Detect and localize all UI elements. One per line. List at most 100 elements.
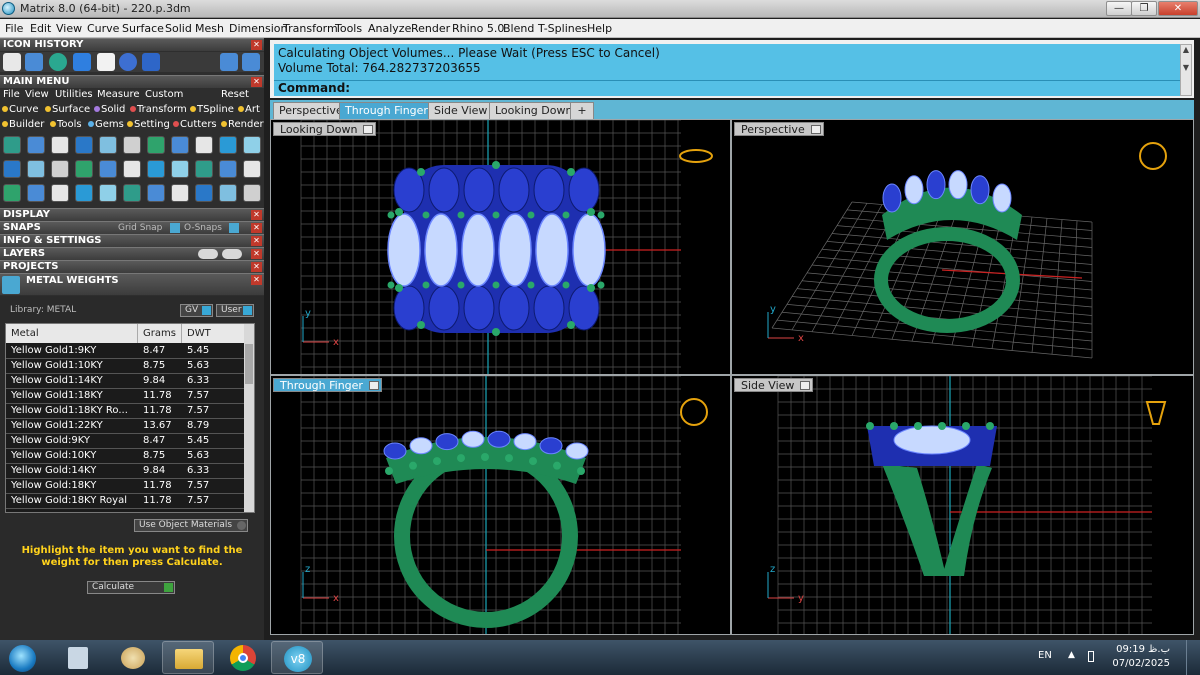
- circle-icon[interactable]: [119, 53, 137, 71]
- viewport-label-perspective[interactable]: Perspective: [734, 122, 824, 136]
- table-row[interactable]: Yellow Gold:18KY 11.78 7.57: [6, 479, 246, 494]
- arrow-left-icon[interactable]: [220, 53, 238, 71]
- menu-tsplines[interactable]: T-Splines: [538, 22, 587, 35]
- menu-blend[interactable]: Blend: [503, 22, 534, 35]
- tool-bezel-icon[interactable]: [123, 160, 141, 178]
- menu-file[interactable]: File: [5, 22, 23, 35]
- menu-surface[interactable]: Surface: [122, 22, 164, 35]
- close-icon[interactable]: ✕: [251, 262, 262, 272]
- mm-custom[interactable]: Custom: [145, 89, 183, 100]
- menu-render[interactable]: Render: [411, 22, 450, 35]
- tool-pave-icon[interactable]: [195, 160, 213, 178]
- tool-bezel-icon[interactable]: [99, 184, 117, 202]
- minimize-button[interactable]: —: [1106, 1, 1132, 16]
- close-icon[interactable]: ✕: [251, 77, 262, 87]
- tab-side-view[interactable]: Side View: [428, 102, 494, 119]
- tool-ring-icon[interactable]: [123, 184, 141, 202]
- shield-icon[interactable]: [25, 53, 43, 71]
- table-row[interactable]: Yellow Gold1:10KY 8.75 5.63: [6, 359, 246, 374]
- tool-drop-icon[interactable]: [243, 136, 261, 154]
- tool-light-icon[interactable]: [99, 136, 117, 154]
- close-icon[interactable]: ✕: [251, 249, 262, 259]
- viewport-label-through-finger[interactable]: Through Finger: [273, 378, 382, 392]
- menu-rhino[interactable]: Rhino 5.0: [452, 22, 504, 35]
- explorer-app[interactable]: [162, 641, 214, 674]
- command-scrollbar[interactable]: ▲ ▼: [1180, 44, 1192, 96]
- tool-diamond-icon[interactable]: [51, 160, 69, 178]
- tool-shape-icon[interactable]: [123, 136, 141, 154]
- close-icon[interactable]: ✕: [251, 210, 262, 220]
- tab-through-finger[interactable]: Through Finger: [339, 102, 434, 119]
- menu-view[interactable]: View: [56, 22, 82, 35]
- globe-icon[interactable]: [49, 53, 67, 71]
- check-icon[interactable]: [73, 53, 91, 71]
- table-row[interactable]: Yellow Gold1:18KY Ro... 11.78 7.57: [6, 404, 246, 419]
- cat-gems[interactable]: Gems: [88, 119, 124, 130]
- table-scrollbar[interactable]: [244, 324, 254, 512]
- layers-header[interactable]: LAYERS ✕: [0, 247, 264, 260]
- cat-render[interactable]: Render: [221, 119, 264, 130]
- tab-looking-down[interactable]: Looking Down: [489, 102, 579, 119]
- cat-art[interactable]: Art: [238, 104, 260, 115]
- osnap-check-icon[interactable]: [170, 223, 180, 233]
- table-row[interactable]: Yellow Gold1:9KY 8.47 5.45: [6, 344, 246, 359]
- command-input[interactable]: Command:: [274, 80, 1180, 96]
- menu-transform[interactable]: Transform: [283, 22, 338, 35]
- tool-ring-icon[interactable]: [171, 136, 189, 154]
- table-row[interactable]: Yellow Gold:10KY 8.75 5.63: [6, 449, 246, 464]
- cat-cutters[interactable]: Cutters: [173, 119, 217, 130]
- menu-curve[interactable]: Curve: [87, 22, 119, 35]
- tool-cube-icon[interactable]: [195, 136, 213, 154]
- info-settings-header[interactable]: INFO & SETTINGS ✕: [0, 234, 264, 247]
- tool-shape-icon[interactable]: [99, 160, 117, 178]
- tool-cube-icon[interactable]: [171, 160, 189, 178]
- gv-button[interactable]: GV: [180, 304, 213, 317]
- metal-weights-header[interactable]: METAL WEIGHTS ✕: [0, 273, 264, 295]
- tab-perspective[interactable]: Perspective: [273, 102, 349, 119]
- calculate-button[interactable]: Calculate: [87, 581, 175, 594]
- osnap-info-icon[interactable]: [229, 223, 239, 233]
- user-button[interactable]: User: [216, 304, 254, 317]
- add-tab-button[interactable]: +: [570, 102, 594, 119]
- mm-measure[interactable]: Measure: [97, 89, 140, 100]
- arrow-right-icon[interactable]: [242, 53, 260, 71]
- close-icon[interactable]: ✕: [251, 275, 262, 285]
- tool-bezel-icon[interactable]: [147, 136, 165, 154]
- tool-sphere-icon[interactable]: [3, 136, 21, 154]
- chrome-app[interactable]: [217, 641, 269, 674]
- viewport-looking-down[interactable]: xy Looking Down: [271, 120, 730, 374]
- cat-builder[interactable]: Builder: [2, 119, 44, 130]
- tool-shape-icon[interactable]: [75, 184, 93, 202]
- menu-tools[interactable]: Tools: [335, 22, 362, 35]
- col-dwt[interactable]: DWT: [182, 324, 246, 343]
- menu-dimension[interactable]: Dimension: [229, 22, 287, 35]
- start-button[interactable]: [0, 641, 46, 674]
- menu-help[interactable]: Help: [587, 22, 612, 35]
- layer-eye-icon[interactable]: [198, 249, 218, 259]
- tool-diamond-icon[interactable]: [27, 184, 45, 202]
- tool-pave-icon[interactable]: [171, 184, 189, 202]
- col-grams[interactable]: Grams: [138, 324, 182, 343]
- cat-surface[interactable]: Surface: [45, 104, 90, 115]
- close-icon[interactable]: ✕: [251, 40, 262, 50]
- tool-sun-icon[interactable]: [27, 160, 45, 178]
- snaps-header[interactable]: SNAPS Grid Snap O-Snaps ✕: [0, 221, 264, 234]
- table-row[interactable]: Yellow Gold1:18KY 11.78 7.57: [6, 389, 246, 404]
- mm-reset[interactable]: Reset: [221, 89, 249, 100]
- use-object-materials-toggle[interactable]: Use Object Materials: [134, 519, 248, 532]
- language-indicator[interactable]: EN: [1038, 650, 1052, 661]
- mm-utilities[interactable]: Utilities: [55, 89, 93, 100]
- viewport-through-finger[interactable]: xz Through Finger: [271, 376, 730, 634]
- tool-gem-icon[interactable]: [27, 136, 45, 154]
- mm-file[interactable]: File: [3, 89, 20, 100]
- maximize-button[interactable]: ❐: [1131, 1, 1157, 16]
- tool-cube-icon[interactable]: [147, 184, 165, 202]
- cat-tools[interactable]: Tools: [50, 119, 82, 130]
- projects-header[interactable]: PROJECTS ✕: [0, 260, 264, 273]
- table-row[interactable]: Yellow Gold1:22KY 13.67 8.79: [6, 419, 246, 434]
- battery-icon[interactable]: [1088, 651, 1094, 662]
- tool-light-icon[interactable]: [51, 184, 69, 202]
- menu-analyze[interactable]: Analyze: [368, 22, 411, 35]
- tool-sun-icon[interactable]: [3, 184, 21, 202]
- tool-gem-icon[interactable]: [243, 184, 261, 202]
